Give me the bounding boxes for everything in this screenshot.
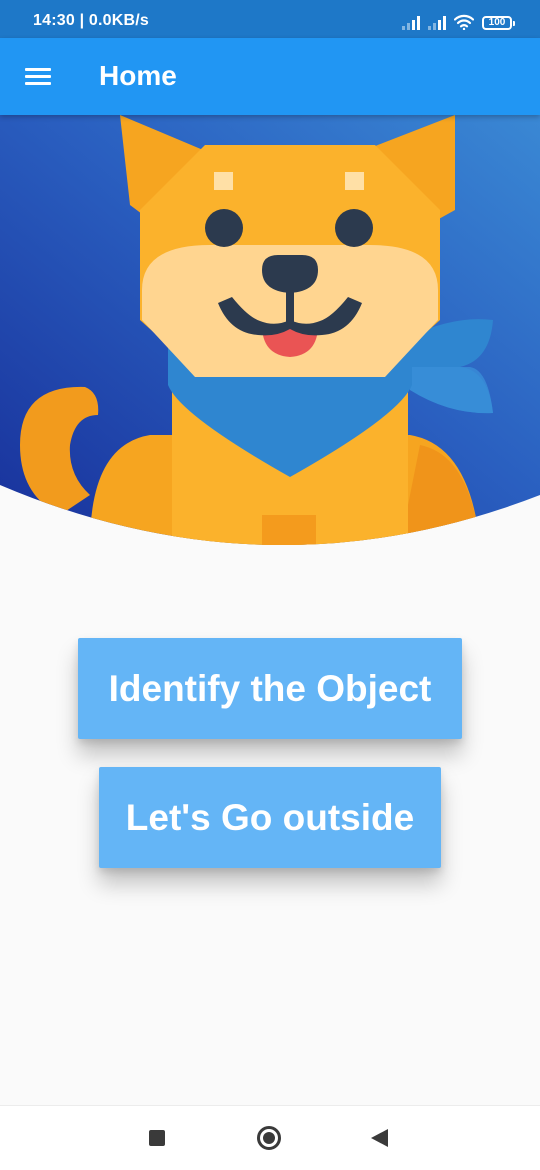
back-icon[interactable]	[371, 1129, 388, 1147]
wifi-icon	[454, 14, 474, 30]
dog-eye-left	[205, 209, 243, 247]
app-bar: Home	[0, 38, 540, 115]
go-outside-button[interactable]: Let's Go outside	[99, 767, 441, 868]
identify-object-button[interactable]: Identify the Object	[78, 638, 462, 739]
status-bar: 14:30 | 0.0KB/s 100	[0, 0, 540, 38]
battery-icon: 100	[482, 16, 515, 30]
app-screen: 14:30 | 0.0KB/s 100 Home Identify the Ob…	[0, 0, 540, 1170]
recents-icon[interactable]	[149, 1130, 165, 1146]
page-title: Home	[99, 60, 177, 91]
status-icons: 100	[402, 12, 515, 30]
dog-eye-right	[335, 209, 373, 247]
menu-icon	[25, 66, 51, 86]
menu-button[interactable]	[14, 54, 62, 98]
signal-icon	[402, 16, 420, 30]
home-icon[interactable]	[257, 1126, 281, 1150]
hero-illustration	[0, 115, 540, 545]
signal-icon	[428, 16, 446, 30]
system-nav-bar	[0, 1105, 540, 1170]
status-time: 14:30 | 0.0KB/s	[33, 12, 149, 29]
